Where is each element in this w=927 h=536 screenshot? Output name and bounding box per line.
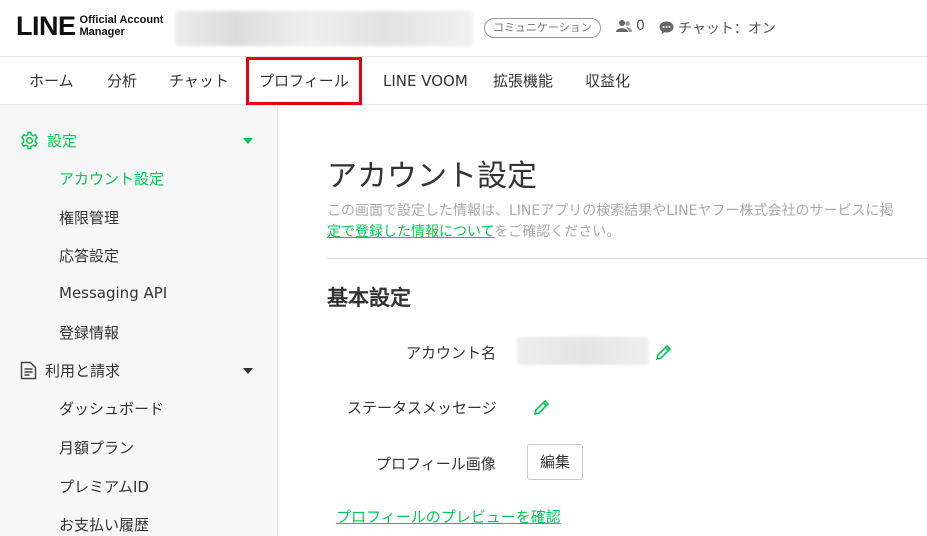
sidebar-item-premium-id[interactable]: プレミアムID (59, 476, 149, 497)
logo-subtitle: Official Account Manager (79, 14, 164, 38)
sidebar-section-settings[interactable]: 設定 (20, 130, 77, 151)
chevron-down-icon[interactable] (243, 138, 253, 144)
tab-line-voom[interactable]: LINE VOOM (383, 57, 468, 105)
tab-profile[interactable]: プロフィール (246, 57, 362, 105)
sidebar-item-payment-history[interactable]: お支払い履歴 (59, 514, 149, 535)
status-message-label: ステータスメッセージ (347, 399, 497, 417)
chat-status[interactable]: チャット：オン (659, 18, 776, 38)
sidebar-section-label: 設定 (47, 132, 78, 150)
tab-analytics[interactable]: 分析 (107, 57, 137, 105)
basic-settings-title: 基本設定 (327, 286, 411, 310)
main-nav: ホーム 分析 チャット プロフィール LINE VOOM 拡張機能 収益化 (0, 57, 927, 105)
follower-count: 0 (616, 18, 645, 34)
tab-extensions[interactable]: 拡張機能 (493, 57, 553, 105)
plan-badge: コミュニケーション (484, 18, 601, 38)
chat-status-label: チャット：オン (678, 21, 776, 37)
follower-count-value: 0 (636, 18, 645, 34)
sidebar-item-monthly-plan[interactable]: 月額プラン (59, 437, 134, 458)
sidebar-item-account-settings[interactable]: アカウント設定 (59, 168, 164, 189)
main-content: アカウント設定 この画面で設定した情報は、LINEアプリの検索結果やLINEヤフ… (279, 105, 927, 536)
logo-wordmark: LINE (16, 11, 76, 41)
people-icon (616, 20, 632, 32)
document-icon (20, 361, 37, 380)
sidebar-section-label: 利用と請求 (45, 362, 121, 380)
page-title: アカウント設定 (327, 159, 537, 194)
account-name-value-blurred (517, 337, 649, 365)
sidebar: 設定 アカウント設定 権限管理 応答設定 Messaging API 登録情報 … (0, 105, 278, 536)
edit-profile-image-button[interactable]: 編集 (527, 444, 583, 480)
sidebar-item-dashboard[interactable]: ダッシュボード (59, 398, 164, 419)
profile-image-label: プロフィール画像 (376, 455, 496, 473)
registration-info-link[interactable]: 定で登録した情報について (327, 224, 494, 240)
gear-icon (20, 131, 39, 150)
profile-preview-link[interactable]: プロフィールのプレビューを確認 (336, 506, 561, 527)
sidebar-item-messaging-api[interactable]: Messaging API (59, 284, 167, 302)
account-switcher-blurred[interactable] (175, 11, 473, 46)
page-description: この画面で設定した情報は、LINEアプリの検索結果やLINEヤフー株式会社のサー… (327, 203, 894, 219)
tab-chat[interactable]: チャット (169, 57, 229, 105)
sidebar-section-billing[interactable]: 利用と請求 (20, 360, 120, 381)
line-oa-logo[interactable]: LINE Official Account Manager (16, 12, 163, 40)
chevron-down-icon[interactable] (243, 368, 253, 374)
account-name-label: アカウント名 (406, 344, 497, 362)
chat-bubble-icon (659, 21, 674, 35)
sidebar-item-response-settings[interactable]: 応答設定 (59, 245, 119, 266)
sidebar-item-permissions[interactable]: 権限管理 (59, 207, 119, 228)
top-header: LINE Official Account Manager コミュニケーション … (0, 0, 927, 57)
edit-status-message-pencil-icon[interactable] (533, 399, 550, 416)
page-description-line2: 定で登録した情報についてをご確認ください。 (327, 224, 621, 240)
sidebar-item-registration-info[interactable]: 登録情報 (59, 322, 119, 343)
divider (327, 258, 927, 259)
tab-home[interactable]: ホーム (29, 57, 74, 105)
tab-monetization[interactable]: 収益化 (585, 57, 630, 105)
edit-account-name-pencil-icon[interactable] (655, 344, 672, 361)
